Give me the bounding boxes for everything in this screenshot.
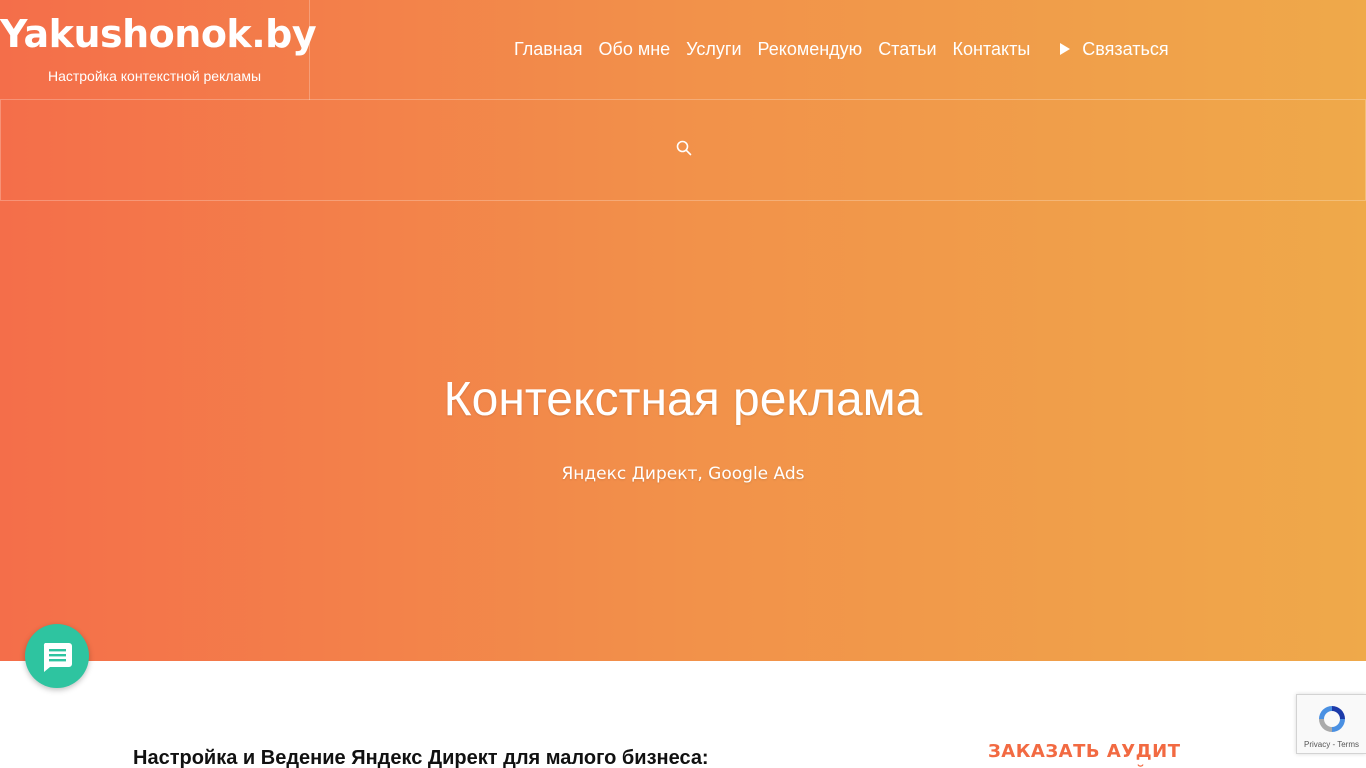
recaptcha-privacy-link[interactable]: Privacy [1304,740,1330,749]
contact-us-label: Связаться [1082,38,1169,59]
nav-item-services[interactable]: Услуги [678,39,749,60]
content-heading: Настройка и Ведение Яндекс Директ для ма… [133,747,709,768]
nav-item-contact-us[interactable]: Связаться [1052,39,1176,60]
recaptcha-icon [1319,706,1345,732]
play-icon [1060,43,1071,55]
site-header: Yakushonok.by Настройка контекстной рекл… [0,0,1366,100]
nav-item-recommend[interactable]: Рекомендую [750,39,871,60]
nav-item-about[interactable]: Обо мне [591,39,679,60]
brand[interactable]: Yakushonok.by Настройка контекстной рекл… [0,0,317,100]
recaptcha-badge[interactable]: Privacy - Terms [1296,694,1366,754]
sidebar-heading: ЗАКАЗАТЬ АУДИТ КОНТЕКСТНОЙ [988,741,1181,768]
site-tagline: Настройка контекстной рекламы [47,68,262,84]
nav-item-contacts[interactable]: Контакты [945,39,1039,60]
hero-title: Контекстная реклама [443,373,923,426]
recaptcha-terms-link[interactable]: Terms [1337,740,1359,749]
nav-item-home[interactable]: Главная [506,39,591,60]
chat-button[interactable] [25,624,89,688]
chat-icon [43,643,72,672]
main-nav: Главная Обо мне Услуги Рекомендую Статьи… [506,36,1177,62]
hero-subtitle: Яндекс Директ, Google Ads [561,464,805,484]
nav-item-articles[interactable]: Статьи [870,39,944,60]
search-icon[interactable] [676,140,692,156]
recaptcha-links: Privacy - Terms [1297,740,1366,749]
site-title[interactable]: Yakushonok.by [0,12,317,56]
